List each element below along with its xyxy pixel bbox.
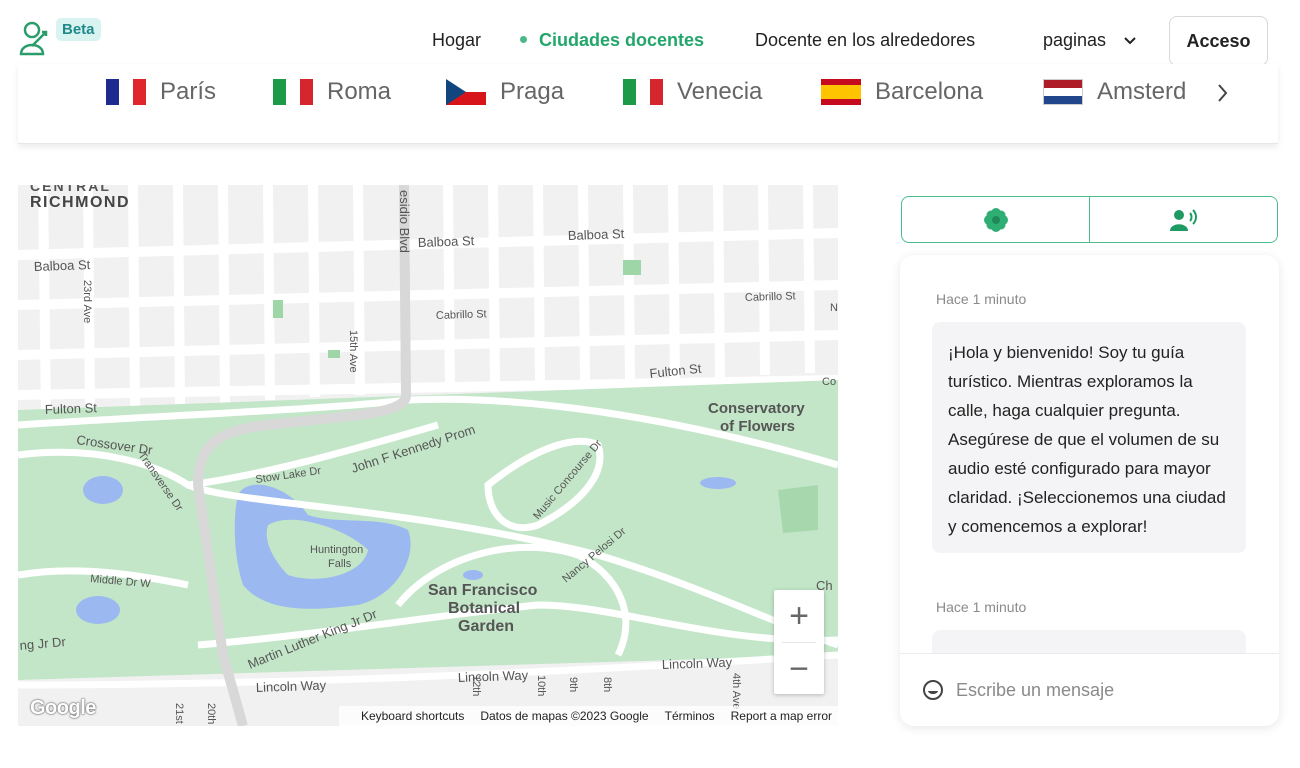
terms-link[interactable]: Términos (665, 709, 715, 723)
map-label: Botanical (448, 600, 520, 617)
city-barcelona[interactable]: Barcelona (821, 78, 983, 106)
voice-icon (1169, 208, 1197, 231)
message-timestamp: Hace 1 minuto (936, 291, 1027, 307)
map-label: Balboa St (34, 257, 91, 274)
italy-flag-icon (273, 79, 313, 105)
map[interactable]: CENTRAL RICHMOND Balboa St Balboa St Bal… (18, 185, 838, 726)
map-label: 21st (173, 703, 185, 724)
nav-pages-label: paginas (1043, 30, 1107, 50)
logo[interactable]: Beta (18, 18, 101, 56)
zoom-in-button[interactable]: + (774, 590, 824, 642)
czech-flag-icon (446, 79, 486, 105)
tab-voice[interactable] (1089, 197, 1277, 242)
map-label: San Francisco (428, 582, 538, 599)
city-praga[interactable]: Praga (446, 78, 564, 106)
nav-home[interactable]: Hogar (432, 30, 481, 51)
login-button[interactable]: Acceso (1169, 16, 1268, 66)
zoom-control: + − (774, 590, 824, 694)
map-footer: Keyboard shortcuts Datos de mapas ©2023 … (338, 706, 838, 726)
map-label: Garden (458, 618, 514, 635)
nav-cities[interactable]: Ciudades docentes (520, 30, 704, 51)
city-paris[interactable]: París (106, 78, 216, 106)
nav-nearby[interactable]: Docente en los alrededores (755, 30, 975, 51)
nav-pages[interactable]: paginas (1043, 30, 1137, 51)
chat-tabs (901, 196, 1278, 243)
city-amsterdam[interactable]: Amsterd (1043, 78, 1186, 106)
keyboard-shortcuts-link[interactable]: Keyboard shortcuts (361, 709, 464, 723)
map-label: RICHMOND (30, 194, 130, 211)
city-label: Amsterd (1097, 78, 1187, 105)
chevron-right-icon[interactable] (1215, 80, 1231, 106)
chat-input-bar (900, 653, 1279, 726)
city-roma[interactable]: Roma (273, 78, 391, 106)
map-label: Cabrillo St (745, 290, 796, 304)
map-label: 9th (567, 677, 579, 692)
map-label: Co (822, 376, 836, 388)
city-label: Venecia (677, 78, 763, 105)
message-timestamp: Hace 1 minuto (936, 599, 1027, 615)
beta-badge: Beta (56, 18, 101, 41)
flower-icon (983, 207, 1008, 232)
map-label: 12th (470, 675, 482, 696)
nav-cities-label: Ciudades docentes (539, 30, 705, 50)
tab-flower[interactable] (902, 197, 1089, 242)
report-error-link[interactable]: Report a map error (731, 709, 832, 723)
map-label: CENTRAL (30, 185, 111, 194)
city-label: París (160, 78, 217, 105)
city-label: Praga (500, 78, 565, 105)
map-label: 10th (535, 675, 547, 696)
map-label: N (830, 302, 838, 314)
map-label: Lincoln Way (256, 678, 327, 695)
map-canvas: CENTRAL RICHMOND Balboa St Balboa St Bal… (18, 185, 838, 726)
italy-flag-icon (623, 79, 663, 105)
map-label: Huntington (310, 544, 363, 556)
city-venecia[interactable]: Venecia (623, 78, 762, 106)
map-label: Lincoln Way (458, 668, 529, 685)
zoom-out-button[interactable]: − (774, 643, 824, 695)
message-input[interactable] (956, 679, 1256, 701)
map-label: 15th Ave (347, 330, 359, 373)
map-label: Lincoln Way (662, 655, 733, 672)
map-label: of Flowers (720, 418, 795, 435)
map-label: Falls (328, 558, 352, 570)
netherlands-flag-icon (1043, 79, 1083, 105)
city-label: Roma (327, 78, 392, 105)
message-bubble: ¡Hola y bienvenido! Soy tu guía turístic… (932, 322, 1246, 553)
map-label: Cabrillo St (436, 308, 487, 322)
map-label: 20th (205, 703, 217, 724)
emoji-icon[interactable] (922, 679, 944, 701)
map-label: 23rd Ave (81, 280, 93, 323)
map-label: Fulton St (45, 400, 98, 417)
france-flag-icon (106, 79, 146, 105)
spain-flag-icon (821, 79, 861, 105)
map-label: Conservatory (708, 400, 805, 417)
map-label: Balboa St (418, 233, 475, 250)
chevron-down-icon (1124, 37, 1136, 45)
guide-logo-icon (19, 21, 48, 56)
active-dot (520, 35, 527, 43)
chat-panel: Hace 1 minuto ¡Hola y bienvenido! Soy tu… (900, 255, 1279, 726)
map-label: esidio Blvd (397, 190, 412, 253)
map-label: 8th (601, 677, 613, 692)
map-data-attribution: Datos de mapas ©2023 Google (480, 709, 649, 723)
google-logo: Google (30, 697, 96, 719)
map-label: Balboa St (568, 226, 625, 243)
map-label: 4th Ave (730, 673, 742, 710)
city-label: Barcelona (875, 78, 984, 105)
city-strip: París Roma Praga Venecia Barcelona Amste… (18, 64, 1278, 144)
